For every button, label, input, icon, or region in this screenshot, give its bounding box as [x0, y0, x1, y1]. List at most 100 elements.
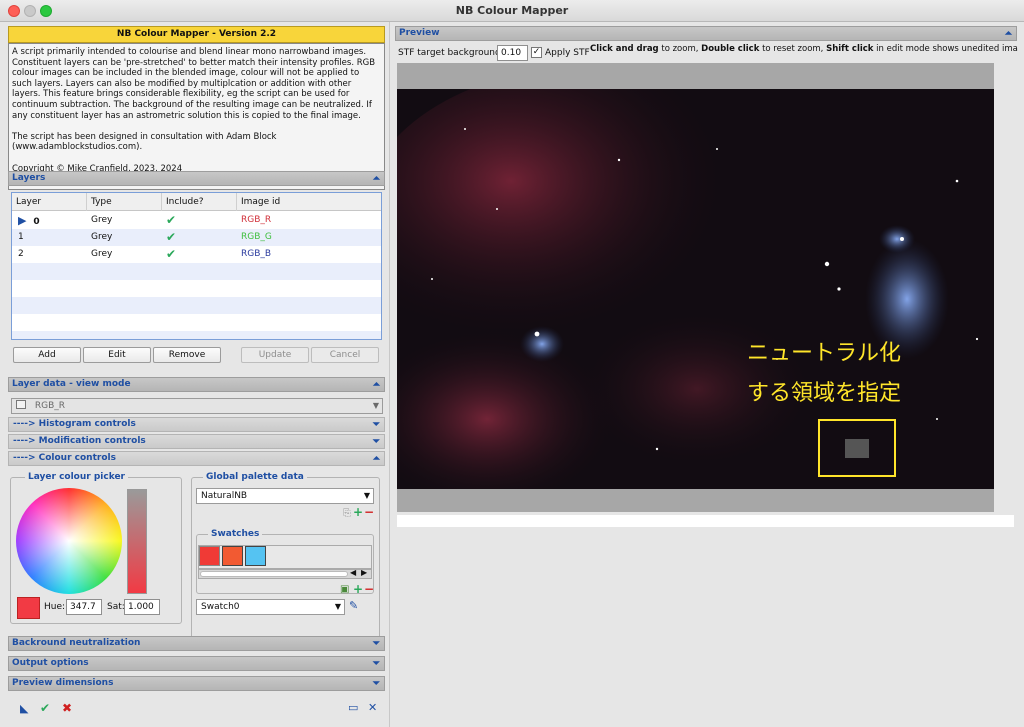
- swatch-1[interactable]: [222, 546, 243, 566]
- add-palette-icon[interactable]: +: [353, 506, 363, 518]
- preview-canvas[interactable]: ニュートラル化 する領域を指定: [397, 63, 994, 512]
- section-layer-data[interactable]: Layer data - view mode ⏶: [8, 377, 385, 392]
- colour-wheel[interactable]: [16, 488, 122, 594]
- collapse-chevron-icon: ⏶: [372, 454, 380, 464]
- remove-layer-button[interactable]: Remove: [153, 347, 221, 363]
- header-image-id[interactable]: Image id: [237, 193, 381, 211]
- chevron-down-icon: ▼: [363, 491, 370, 500]
- execute-check-icon[interactable]: ✔: [40, 702, 50, 714]
- overlay-text-line1: ニュートラル化: [747, 341, 902, 366]
- stf-target-label: STF target background:: [398, 48, 504, 58]
- include-check-icon[interactable]: ✔: [162, 212, 176, 229]
- type-cell: Grey: [91, 215, 113, 225]
- edit-pencil-icon[interactable]: ✎: [349, 600, 358, 612]
- section-background-label: Backround neutralization: [12, 638, 141, 648]
- table-row[interactable]: 2 Grey ✔ RGB_B: [12, 246, 381, 263]
- hue-input[interactable]: 347.7: [66, 599, 102, 615]
- palette-select-value: NaturalNB: [201, 491, 248, 501]
- expand-chevron-icon: ⏷: [372, 420, 380, 430]
- section-layer-data-label: Layer data - view mode: [12, 379, 131, 389]
- section-background-neutralization[interactable]: Backround neutralization ⏷: [8, 636, 385, 651]
- histogram-controls-toggle[interactable]: ----> Histogram controls ⏷: [8, 417, 385, 432]
- section-layers[interactable]: Layers ⏶: [8, 171, 385, 186]
- cancel-x-icon[interactable]: ✖: [62, 702, 72, 714]
- window-title: NB Colour Mapper: [455, 4, 569, 17]
- copy-palette-icon[interactable]: ⎘: [343, 508, 351, 520]
- hint-bold-1: Click and drag: [590, 44, 659, 54]
- sat-label: Sat:: [107, 602, 125, 612]
- colour-controls-toggle[interactable]: ----> Colour controls ⏶: [8, 451, 385, 466]
- selection-marker: [845, 439, 869, 458]
- edit-layer-button[interactable]: Edit: [83, 347, 151, 363]
- add-swatch-icon[interactable]: +: [353, 583, 363, 595]
- table-row[interactable]: ▶ 0 Grey ✔ RGB_R: [12, 212, 381, 229]
- scroll-right-icon[interactable]: ▶: [361, 568, 367, 577]
- scroll-left-icon[interactable]: ◀: [350, 568, 356, 577]
- hint-text-1: to zoom,: [658, 44, 702, 54]
- remove-palette-icon[interactable]: −: [364, 506, 374, 518]
- collapse-chevron-icon: ⏶: [372, 380, 380, 390]
- layers-table[interactable]: Layer Type Include? Image id ▶ 0 Grey ✔ …: [11, 192, 382, 340]
- section-preview-dimensions[interactable]: Preview dimensions ⏷: [8, 676, 385, 691]
- expand-chevron-icon: ⏷: [372, 679, 380, 689]
- swatch-select[interactable]: Swatch0 ▼: [196, 599, 345, 615]
- header-layer[interactable]: Layer: [12, 193, 87, 211]
- type-cell: Grey: [91, 249, 113, 259]
- empty-row: [12, 331, 381, 339]
- saturation-slider[interactable]: [127, 489, 147, 594]
- preview-image[interactable]: [397, 89, 994, 489]
- swatch-select-value: Swatch0: [201, 602, 240, 612]
- include-check-icon[interactable]: ✔: [162, 246, 176, 263]
- preview-hint: Click and drag to zoom, Double click to …: [590, 44, 1018, 54]
- table-row[interactable]: 1 Grey ✔ RGB_G: [12, 229, 381, 246]
- swatch-2[interactable]: [245, 546, 266, 566]
- swatches-title: Swatches: [208, 529, 263, 539]
- layer-select[interactable]: RGB_R ▼: [11, 398, 383, 414]
- layer-cell: 1: [18, 232, 24, 242]
- sat-input[interactable]: 1.000: [124, 599, 160, 615]
- image-swatch-icon[interactable]: ▣: [340, 584, 349, 596]
- hint-text-2: to reset zoom,: [759, 44, 827, 54]
- swatch-0[interactable]: [199, 546, 220, 566]
- section-preview[interactable]: Preview ⏶: [395, 26, 1017, 41]
- expand-chevron-icon: ⏷: [372, 639, 380, 649]
- header-include[interactable]: Include?: [162, 193, 237, 211]
- palette-select[interactable]: NaturalNB ▼: [196, 488, 374, 504]
- header-type[interactable]: Type: [87, 193, 162, 211]
- cancel-button[interactable]: Cancel: [311, 347, 379, 363]
- include-check-icon[interactable]: ✔: [162, 229, 176, 246]
- neutralization-region-box[interactable]: [818, 419, 896, 477]
- apply-stf-checkbox[interactable]: ✓: [531, 47, 542, 58]
- collapse-chevron-icon: ⏶: [372, 174, 380, 184]
- table-header: Layer Type Include? Image id: [12, 193, 381, 211]
- empty-row: [12, 297, 381, 314]
- section-output-options[interactable]: Output options ⏷: [8, 656, 385, 671]
- collapse-chevron-icon: ⏶: [1004, 29, 1012, 39]
- histogram-controls-label: ----> Histogram controls: [13, 419, 136, 429]
- update-button[interactable]: Update: [241, 347, 309, 363]
- layer-cell: 2: [18, 249, 24, 259]
- script-description: A script primarily intended to colourise…: [8, 43, 385, 190]
- documentation-icon[interactable]: ▭: [348, 702, 358, 714]
- swatch-scrollbar[interactable]: ◀ ▶: [198, 568, 372, 579]
- global-palette-title: Global palette data: [203, 472, 307, 482]
- current-row-arrow-icon: ▶: [18, 214, 27, 227]
- new-instance-icon[interactable]: ◣: [20, 703, 28, 715]
- section-preview-dims-label: Preview dimensions: [12, 678, 114, 688]
- image-id-cell: RGB_G: [241, 232, 272, 242]
- selected-colour-swatch: [17, 597, 40, 619]
- reset-icon[interactable]: ✕: [368, 702, 377, 714]
- expand-chevron-icon: ⏷: [372, 659, 380, 669]
- modification-controls-label: ----> Modification controls: [13, 436, 146, 446]
- remove-swatch-icon[interactable]: −: [364, 583, 374, 595]
- colour-controls-label: ----> Colour controls: [13, 453, 116, 463]
- modification-controls-toggle[interactable]: ----> Modification controls ⏷: [8, 434, 385, 449]
- overlay-text-line2: する領域を指定: [747, 381, 902, 406]
- stf-target-input[interactable]: 0.10: [497, 45, 528, 61]
- add-layer-button[interactable]: Add: [13, 347, 81, 363]
- layer-index: 0: [33, 217, 40, 227]
- image-window-icon: [16, 400, 26, 409]
- scrollbar-thumb[interactable]: [200, 571, 348, 577]
- status-bar: [397, 515, 1014, 527]
- chevron-down-icon: ▼: [372, 401, 379, 410]
